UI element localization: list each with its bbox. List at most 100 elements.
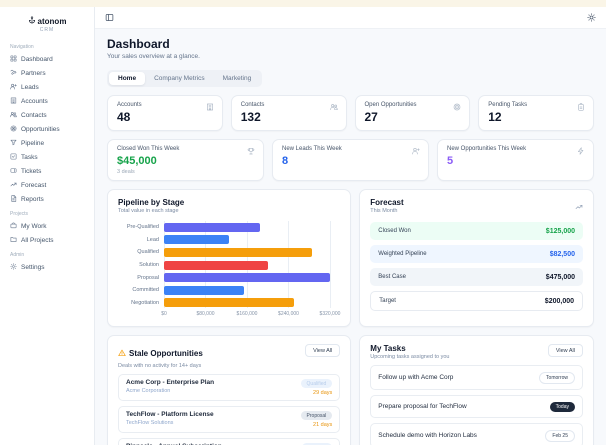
- kpi-value: 12: [488, 110, 502, 124]
- forecast-row-value: $82,500: [549, 250, 575, 258]
- sidebar-item-label: Dashboard: [21, 55, 53, 63]
- sidebar-toggle-button[interactable]: [105, 13, 114, 22]
- sidebar-item-label: Partners: [21, 69, 46, 77]
- kpi-card-pending-tasks: Pending Tasks 12: [478, 95, 594, 131]
- sidebar-item-label: Forecast: [21, 181, 47, 189]
- chart-bar-qualified: [164, 247, 312, 257]
- forecast-row-value: $475,000: [545, 273, 575, 281]
- opportunity-company: Acme Corporation: [126, 388, 171, 395]
- bottom-row: Stale Opportunities Deals with no activi…: [107, 335, 594, 445]
- logo-title: atonom: [37, 16, 67, 26]
- theme-toggle-button[interactable]: [587, 13, 596, 22]
- app-logo: atonom CRM: [0, 14, 94, 39]
- opportunity-name: TechFlow - Platform License: [126, 411, 214, 419]
- week-card-label: New Opportunities This Week: [447, 146, 527, 152]
- tasks-view-all-button[interactable]: View All: [547, 344, 583, 358]
- week-card-new-opportunities-this-week: New Opportunities This Week 5: [437, 139, 594, 181]
- chart-bar-solution: [164, 260, 268, 270]
- sidebar-item-label: All Projects: [21, 236, 54, 244]
- sidebar-item-tasks[interactable]: Tasks: [0, 150, 94, 164]
- chart-category-label: Negotiation: [131, 299, 159, 306]
- topbar: [95, 7, 606, 29]
- stale-item-acme-corp-enterprise-plan[interactable]: Acme Corp - Enterprise Plan Acme Corporat…: [118, 374, 341, 402]
- user-plus-icon: [10, 83, 17, 92]
- pipeline-bar-chart: Pre-Qualified Lead Qualified Solution Propos…: [118, 221, 340, 318]
- sidebar-item-reports[interactable]: Reports: [0, 192, 94, 206]
- sidebar-item-tickets[interactable]: Tickets: [0, 164, 94, 178]
- sidebar-item-dashboard[interactable]: Dashboard: [0, 52, 94, 66]
- file-text-icon: [10, 194, 17, 204]
- stale-item-main: TechFlow - Platform License TechFlow Solu…: [126, 411, 214, 428]
- chart-bar-committed: [164, 285, 245, 295]
- sidebar-item-forecast[interactable]: Forecast: [0, 178, 94, 192]
- sidebar-item-label: Accounts: [21, 97, 48, 105]
- funnel-icon: [10, 139, 17, 148]
- tasks-subtitle: Upcoming tasks assigned to you: [370, 354, 450, 361]
- sidebar-item-label: Pipeline: [21, 139, 45, 147]
- pipeline-by-stage-card: Pipeline by Stage Total value in each st…: [107, 189, 352, 328]
- tab-marketing[interactable]: Marketing: [214, 72, 261, 85]
- window-top-strip: [0, 0, 606, 7]
- week-card-closed-won-this-week: Closed Won This Week $45,000 3 deals: [107, 139, 264, 181]
- kpi-value: 132: [240, 110, 261, 124]
- tab-home[interactable]: Home: [109, 72, 146, 85]
- stale-subtitle: Deals with no activity for 14+ days: [118, 363, 202, 370]
- tasks-title: My Tasks: [370, 344, 406, 354]
- sidebar-item-accounts[interactable]: Accounts: [0, 94, 94, 108]
- sidebar-item-contacts[interactable]: Contacts: [0, 108, 94, 122]
- stale-view-all-button[interactable]: View All: [305, 344, 341, 358]
- chart-category-label: Committed: [132, 287, 159, 294]
- forecast-subtitle: This Month: [370, 208, 398, 214]
- task-due-badge: Tomorrow: [539, 371, 575, 384]
- opportunity-name: Acme Corp - Enterprise Plan: [126, 379, 215, 387]
- ticket-icon: [10, 167, 17, 176]
- sidebar-item-leads[interactable]: Leads: [0, 80, 94, 94]
- sidebar-item-partners[interactable]: Partners: [0, 66, 94, 80]
- task-label: Prepare proposal for TechFlow: [378, 403, 467, 411]
- forecast-row-value: $200,000: [544, 297, 574, 305]
- forecast-row-label: Weighted Pipeline: [378, 251, 427, 257]
- task-item-follow-up-with-acme-corp[interactable]: Follow up with Acme Corp Tomorrow: [370, 365, 583, 391]
- sidebar-item-all-projects[interactable]: All Projects: [0, 233, 94, 247]
- stale-title: Stale Opportunities: [129, 348, 203, 358]
- kpi-card-open-opportunities: Open Opportunities 27: [354, 95, 471, 131]
- sidebar-item-my-work[interactable]: My Work: [0, 219, 94, 233]
- tab-company-metrics[interactable]: Company Metrics: [145, 72, 214, 85]
- page-title: Dashboard: [107, 37, 170, 51]
- forecast-card: Forecast This Month Closed Won $125,000 We…: [359, 189, 594, 328]
- chart-bar-track: [164, 284, 338, 297]
- task-item-schedule-demo-with-horizon-labs[interactable]: Schedule demo with Horizon Labs Feb 25: [370, 423, 583, 445]
- sidebar-item-pipeline[interactable]: Pipeline: [0, 136, 94, 150]
- forecast-row-closed-won: Closed Won $125,000: [370, 222, 583, 240]
- trending-up-icon: [575, 198, 583, 216]
- stale-header: Stale Opportunities Deals with no activi…: [118, 344, 341, 370]
- stale-opportunities-card: Stale Opportunities Deals with no activi…: [107, 335, 352, 445]
- chart-bar-track: [164, 221, 338, 234]
- nav-section-label-admin: Admin: [10, 252, 25, 258]
- kpi-row: Accounts 48 Contacts 132 Open Opportunities 2…: [107, 95, 594, 131]
- stale-item-pinnacle-annual-subscription[interactable]: Pinnacle - Annual SubscriptionPinnacle I…: [118, 438, 341, 445]
- sidebar-item-settings[interactable]: Settings: [0, 260, 94, 274]
- gear-icon: [10, 262, 17, 272]
- chart-bar-track: [164, 246, 338, 259]
- sidebar-item-opportunities[interactable]: Opportunities: [0, 122, 94, 136]
- task-label: Schedule demo with Horizon Labs: [378, 432, 477, 440]
- week-card-note: 3 deals: [117, 169, 135, 175]
- app-root: atonom CRM Navigation Dashboard Partners Le…: [0, 7, 606, 445]
- chart-bar-track: [164, 271, 338, 284]
- week-row: Closed Won This Week $45,000 3 deals New Le…: [107, 139, 594, 181]
- chart-bar-lead: [164, 235, 229, 245]
- stale-days: 21 days: [313, 422, 333, 429]
- target-icon: [10, 125, 17, 134]
- logo-subtitle: CRM: [39, 27, 55, 33]
- kpi-label: Accounts: [117, 102, 142, 108]
- chart-row-pre-qualified: Pre-Qualified: [118, 221, 340, 234]
- kpi-value: 27: [364, 110, 378, 124]
- building-icon: [10, 97, 17, 106]
- task-item-prepare-proposal-for-techflow[interactable]: Prepare proposal for TechFlow Today: [370, 395, 583, 419]
- chart-category-label: Lead: [146, 236, 159, 243]
- forecast-row-label: Closed Won: [378, 228, 411, 234]
- stale-item-techflow-platform-license[interactable]: TechFlow - Platform License TechFlow Solu…: [118, 406, 341, 434]
- sidebar-item-label: Reports: [21, 195, 44, 203]
- chart-x-axis: $0 $80,000 $160,000 $240,000 $320,000: [161, 309, 340, 318]
